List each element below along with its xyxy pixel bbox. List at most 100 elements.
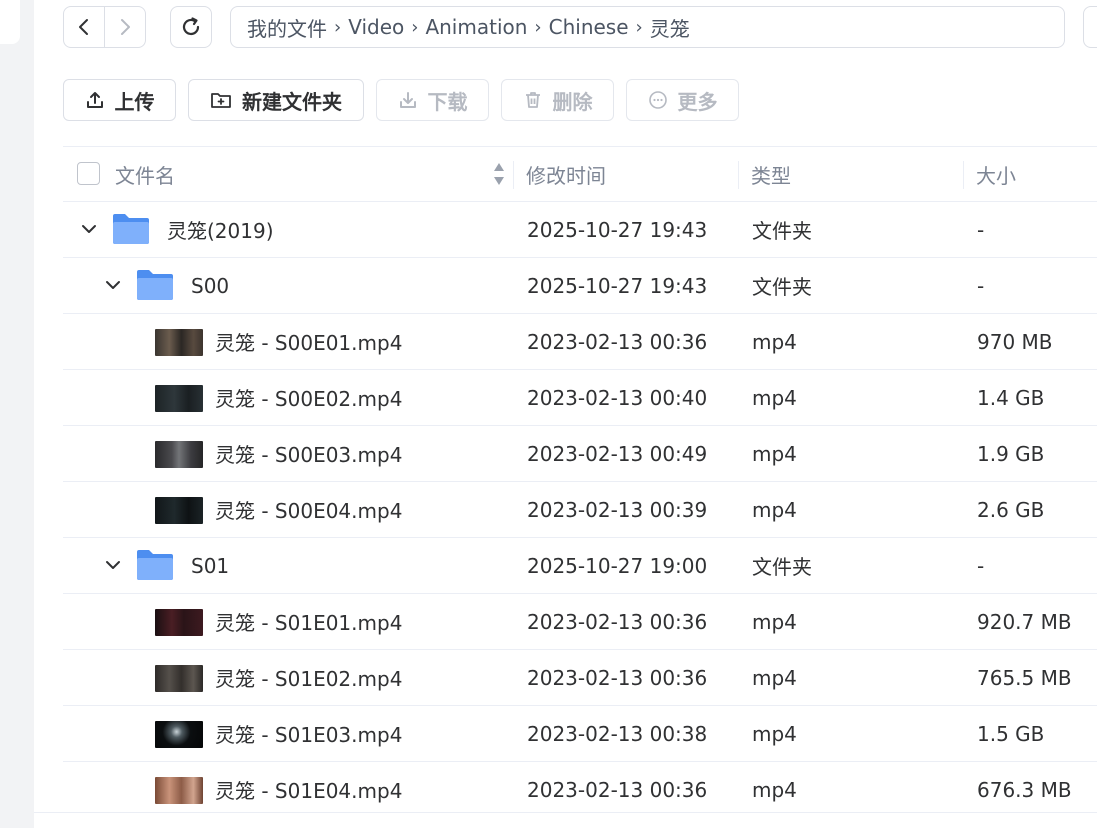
column-divider[interactable]: [513, 161, 514, 189]
chevron-down-icon[interactable]: [105, 277, 121, 293]
forward-button[interactable]: [104, 7, 145, 47]
file-size: 2.6 GB: [977, 497, 1045, 522]
modified-time: 2025-10-27 19:00: [527, 553, 708, 578]
column-header-size[interactable]: 大小: [976, 147, 1016, 201]
table-row[interactable]: S01 2025-10-27 19:00 文件夹 -: [63, 538, 1097, 594]
breadcrumb-separator: ›: [334, 16, 342, 38]
video-thumbnail: [155, 385, 203, 412]
file-name[interactable]: 灵笼 - S00E04.mp4: [215, 482, 402, 537]
video-thumbnail: [155, 497, 203, 524]
file-size: 676.3 MB: [977, 777, 1072, 802]
video-thumbnail: [155, 665, 203, 692]
file-type: 文件夹: [752, 555, 812, 579]
table-row[interactable]: 灵笼(2019) 2025-10-27 19:43 文件夹 -: [63, 202, 1097, 258]
video-thumbnail: [155, 329, 203, 356]
sort-icon[interactable]: [493, 161, 505, 187]
video-thumbnail: [155, 441, 203, 468]
chevron-down-icon[interactable]: [105, 557, 121, 573]
more-button[interactable]: 更多: [626, 79, 739, 121]
sidebar-card: [0, 0, 20, 44]
file-size: 1.5 GB: [977, 721, 1045, 746]
folder-icon: [137, 270, 173, 300]
chevron-right-icon: [121, 19, 130, 35]
download-label: 下载: [427, 89, 468, 114]
download-button[interactable]: 下载: [376, 79, 489, 121]
select-all-checkbox[interactable]: [77, 162, 100, 185]
file-name[interactable]: 灵笼 - S01E04.mp4: [215, 762, 402, 817]
upload-label: 上传: [114, 89, 155, 114]
modified-time: 2025-10-27 19:43: [527, 273, 708, 298]
video-thumbnail: [155, 609, 203, 636]
video-thumbnail: [155, 777, 203, 804]
column-divider[interactable]: [963, 161, 964, 189]
trash-icon: [525, 92, 540, 108]
column-header-name[interactable]: 文件名: [115, 147, 175, 201]
breadcrumb-item[interactable]: 灵笼: [650, 13, 690, 42]
table-row[interactable]: 灵笼 - S00E04.mp4 2023-02-13 00:39 mp4 2.6…: [63, 482, 1097, 538]
file-type: mp4: [752, 609, 797, 634]
breadcrumb: 我的文件 › Video › Animation › Chinese › 灵笼: [230, 6, 1065, 48]
file-size: -: [977, 553, 985, 578]
column-header-type[interactable]: 类型: [751, 147, 791, 201]
file-name[interactable]: 灵笼 - S01E03.mp4: [215, 706, 402, 761]
delete-button[interactable]: 删除: [501, 79, 614, 121]
modified-time: 2023-02-13 00:36: [527, 777, 708, 802]
table-row[interactable]: 灵笼 - S01E04.mp4 2023-02-13 00:36 mp4 676…: [63, 762, 1097, 818]
file-type: mp4: [752, 385, 797, 410]
column-header-modified[interactable]: 修改时间: [526, 147, 606, 201]
table-row[interactable]: S00 2025-10-27 19:43 文件夹 -: [63, 258, 1097, 314]
file-type: mp4: [752, 329, 797, 354]
breadcrumb-separator: ›: [635, 16, 643, 38]
new-folder-button[interactable]: 新建文件夹: [188, 79, 364, 121]
file-size: -: [977, 217, 985, 242]
refresh-icon: [182, 17, 200, 36]
modified-time: 2023-02-13 00:36: [527, 665, 708, 690]
file-name[interactable]: 灵笼(2019): [167, 202, 274, 257]
more-label: 更多: [677, 89, 718, 114]
chevron-left-icon: [79, 19, 88, 35]
folder-plus-icon: [211, 93, 231, 108]
modified-time: 2025-10-27 19:43: [527, 217, 708, 242]
table-footer-divider: [34, 812, 1097, 828]
file-name[interactable]: S00: [191, 258, 229, 313]
file-type: mp4: [752, 497, 797, 522]
back-button[interactable]: [64, 7, 104, 47]
file-name[interactable]: S01: [191, 538, 229, 593]
file-type: mp4: [752, 665, 797, 690]
file-type: 文件夹: [752, 275, 812, 299]
table-row[interactable]: 灵笼 - S01E03.mp4 2023-02-13 00:38 mp4 1.5…: [63, 706, 1097, 762]
more-icon: [648, 91, 667, 109]
file-size: 1.4 GB: [977, 385, 1045, 410]
history-nav: [63, 6, 146, 48]
breadcrumb-item[interactable]: 我的文件: [247, 13, 327, 42]
chevron-down-icon[interactable]: [81, 221, 97, 237]
modified-time: 2023-02-13 00:36: [527, 329, 708, 354]
modified-time: 2023-02-13 00:40: [527, 385, 708, 410]
file-name[interactable]: 灵笼 - S00E03.mp4: [215, 426, 402, 481]
breadcrumb-item[interactable]: Chinese: [549, 15, 629, 39]
folder-icon: [137, 550, 173, 580]
delete-label: 删除: [552, 89, 593, 114]
file-name[interactable]: 灵笼 - S00E02.mp4: [215, 370, 402, 425]
file-name[interactable]: 灵笼 - S01E01.mp4: [215, 594, 402, 649]
table-row[interactable]: 灵笼 - S00E03.mp4 2023-02-13 00:49 mp4 1.9…: [63, 426, 1097, 482]
breadcrumb-item[interactable]: Animation: [425, 15, 527, 39]
download-icon: [399, 92, 416, 108]
file-size: 970 MB: [977, 329, 1053, 354]
view-toggle-button[interactable]: [1083, 6, 1097, 48]
table-row[interactable]: 灵笼 - S01E02.mp4 2023-02-13 00:36 mp4 765…: [63, 650, 1097, 706]
file-name[interactable]: 灵笼 - S01E02.mp4: [215, 650, 402, 705]
sidebar-panel: [0, 0, 34, 828]
table-row[interactable]: 灵笼 - S00E02.mp4 2023-02-13 00:40 mp4 1.4…: [63, 370, 1097, 426]
file-name[interactable]: 灵笼 - S00E01.mp4: [215, 314, 402, 369]
table-row[interactable]: 灵笼 - S00E01.mp4 2023-02-13 00:36 mp4 970…: [63, 314, 1097, 370]
refresh-button[interactable]: [170, 6, 212, 48]
column-divider[interactable]: [738, 161, 739, 189]
upload-button[interactable]: 上传: [63, 79, 176, 121]
breadcrumb-item[interactable]: Video: [348, 15, 404, 39]
table-row[interactable]: 灵笼 - S01E01.mp4 2023-02-13 00:36 mp4 920…: [63, 594, 1097, 650]
modified-time: 2023-02-13 00:39: [527, 497, 708, 522]
file-type: mp4: [752, 721, 797, 746]
breadcrumb-separator: ›: [534, 16, 542, 38]
video-thumbnail: [155, 721, 203, 748]
